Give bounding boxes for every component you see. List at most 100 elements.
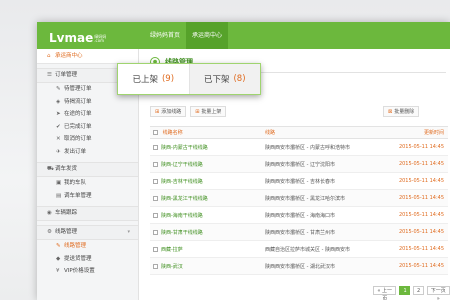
route-name[interactable]: 陕西-武汉 <box>161 264 183 270</box>
route-name-cell[interactable]: 陕西-武汉 <box>150 257 262 275</box>
nav-home[interactable]: 绿妈妈首页 <box>144 22 186 49</box>
sidebar-item-dispatch-orders[interactable]: ▤ 调车单管理 <box>37 190 138 203</box>
route-cell: 陕西西安市灞桥区 - 甘肃兰州市 <box>262 223 384 241</box>
update-time-cell: 2015-05-11 14:45 <box>384 240 448 258</box>
prev-page-button[interactable]: « 上一页 <box>373 286 397 300</box>
row-checkbox[interactable] <box>153 246 158 252</box>
route-cell: 陕西西安市灞桥区 - 湖北武汉市 <box>262 257 384 275</box>
row-checkbox[interactable] <box>153 144 158 150</box>
page-2-button[interactable]: 2 <box>413 286 424 295</box>
route-name[interactable]: 陕西-内蒙古干线线路 <box>161 145 208 151</box>
list-icon: ☰ <box>47 72 52 78</box>
row-checkbox[interactable] <box>153 212 158 218</box>
location-icon: ◉ <box>47 210 52 216</box>
column-header-route[interactable]: 线路 <box>262 126 384 139</box>
sidebar-item-pickup-delivery[interactable]: ◆ 提送货管理 <box>37 253 138 266</box>
next-page-button[interactable]: 下一页 » <box>426 286 450 300</box>
sidebar-item-label: 线路管理 <box>64 243 87 249</box>
table-row[interactable]: 陕西-海南干线线路 陕西西安市灞桥区 - 海南海口市 2015-05-11 14:4… <box>150 206 448 224</box>
table-row[interactable]: 陕西-辽宁干线线路 陕西西安市灞桥区 - 辽宁沈阳市 2015-05-11 14:4… <box>150 155 448 173</box>
route-name-cell[interactable]: 陕西-海南干线线路 <box>150 206 262 224</box>
table-header-row: 线路名称 线路 更新时间 <box>150 126 448 139</box>
row-checkbox[interactable] <box>153 263 158 269</box>
route-icon: ✎ <box>56 243 61 249</box>
route-name-cell[interactable]: 陕西-内蒙古干线线路 <box>150 138 262 156</box>
sidebar-item-fleet[interactable]: ▣ 我的车队 <box>37 177 138 190</box>
delete-icon: ⊠ <box>388 108 393 115</box>
row-checkbox[interactable] <box>153 195 158 201</box>
logo-sub: 绿妈妈 .com <box>94 35 106 43</box>
batch-delete-button[interactable]: ⊠ 批量删除 <box>383 106 420 117</box>
pagination: « 上一页 1 2 下一页 » <box>373 286 450 300</box>
table-row[interactable]: 陕西-武汉 陕西西安市灞桥区 - 湖北武汉市 2015-05-11 14:45 <box>150 257 448 275</box>
tab-unlisted[interactable]: 已下架 (8) <box>189 64 260 94</box>
route-name-cell[interactable]: 陕西-辽宁干线线路 <box>150 155 262 173</box>
sidebar-item-awaiting[interactable]: ◈ 待揭流订单 <box>37 96 138 109</box>
row-checkbox[interactable] <box>153 161 158 167</box>
logo-sub-line2: .com <box>94 38 105 43</box>
route-name[interactable]: 西藏-拉萨 <box>161 247 183 253</box>
table-row[interactable]: 陕西-吉林干线线路 陕西西安市灞桥区 - 吉林长春市 2015-05-11 14:4… <box>150 172 448 190</box>
sidebar-item-outgoing[interactable]: ✈ 发出订单 <box>37 146 138 159</box>
add-route-button[interactable]: ⊞ 添加线路 <box>150 106 187 117</box>
car-icon: ▣ <box>56 180 62 186</box>
table-row[interactable]: 陕西-甘肃干线线路 陕西西安市灞桥区 - 甘肃兰州市 2015-05-11 14:4… <box>150 223 448 241</box>
route-name[interactable]: 陕西-甘肃干线线路 <box>161 230 203 236</box>
tab-label: 已上架 <box>132 75 158 85</box>
route-name[interactable]: 陕西-吉林干线线路 <box>161 179 203 185</box>
sidebar-item-label: 在途的订单 <box>64 111 92 117</box>
update-time-cell: 2015-05-11 14:45 <box>384 155 448 173</box>
batch-up-button[interactable]: ⊞ 批量上架 <box>190 106 227 117</box>
row-checkbox[interactable] <box>153 178 158 184</box>
sidebar-item-vip-price[interactable]: ¥ VIP价格设置 <box>37 265 138 278</box>
route-name[interactable]: 陕西-辽宁干线线路 <box>161 162 203 168</box>
update-time-cell: 2015-05-11 14:45 <box>384 189 448 207</box>
update-time-cell: 2015-05-11 14:45 <box>384 172 448 190</box>
column-header-name[interactable]: 线路名称 <box>150 126 262 139</box>
page-1-button[interactable]: 1 <box>399 286 410 295</box>
sidebar-item-in-transit[interactable]: ➤ 在途的订单 <box>37 108 138 121</box>
tab-count: (9) <box>161 74 175 84</box>
route-name-cell[interactable]: 陕西-吉林干线线路 <box>150 172 262 190</box>
route-cell: 陕西西安市灞桥区 - 黑龙江哈尔滨市 <box>262 189 384 207</box>
transit-icon: ➤ <box>56 111 61 117</box>
tab-listed[interactable]: 已上架 (9) <box>118 64 190 94</box>
route-name-cell[interactable]: 西藏-拉萨 <box>150 240 262 258</box>
top-bar: Lvmae 绿妈妈 .com 绿妈妈首页 承运商中心 <box>37 22 450 49</box>
route-cell: 陕西西安市灞桥区 - 海南海口市 <box>262 206 384 224</box>
update-time-cell: 2015-05-11 14:45 <box>384 223 448 241</box>
column-header-time[interactable]: 更新时间 <box>384 126 448 139</box>
pencil-icon: ✎ <box>56 86 61 92</box>
tag-icon: ◈ <box>56 98 61 105</box>
sidebar-item-label: 提送货管理 <box>64 255 92 262</box>
route-name-cell[interactable]: 陕西-黑龙江干线线路 <box>150 189 262 207</box>
tab-label: 已下架 <box>203 75 230 85</box>
status-tabs: 已上架 (9) 已下架 (8) <box>117 63 261 95</box>
top-nav: 绿妈妈首页 承运商中心 <box>144 22 229 49</box>
route-name[interactable]: 陕西-黑龙江干线线路 <box>161 196 208 202</box>
routes-table: 线路名称 线路 更新时间 陕西-内蒙古干线线路 陕西西安市灞桥区 - 内蒙古呼和浩… <box>150 126 448 275</box>
check-icon: ✔ <box>56 123 61 130</box>
box-icon: ◆ <box>56 255 61 262</box>
sidebar-section-routes[interactable]: ⚙ 线路管理 ▾ <box>37 225 138 240</box>
table-row[interactable]: 西藏-拉萨 西藏自治区拉萨市城关区 - 陕西西安市 2015-05-11 14:45 <box>150 240 448 258</box>
table-row[interactable]: 陕西-内蒙古干线线路 陕西西安市灞桥区 - 内蒙古呼和浩特市 2015-05-11 … <box>150 138 448 156</box>
route-cell: 陕西西安市灞桥区 - 吉林长春市 <box>262 172 384 190</box>
table-row[interactable]: 陕西-黑龙江干线线路 陕西西安市灞桥区 - 黑龙江哈尔滨市 2015-05-11 1… <box>150 189 448 207</box>
sidebar-item-cancelled[interactable]: ✕ 取消的订单 <box>37 133 138 146</box>
cancel-icon: ✕ <box>56 136 61 142</box>
sidebar-section-tracking[interactable]: ◉ 车辆跟踪 <box>37 206 138 221</box>
route-icon: ⚙ <box>47 229 52 235</box>
sidebar-item-label: 调车单管理 <box>64 192 92 199</box>
select-all-checkbox[interactable] <box>153 130 158 135</box>
row-checkbox[interactable] <box>153 229 158 235</box>
route-name[interactable]: 陕西-海南干线线路 <box>161 213 203 219</box>
truck-icon: ⛟ <box>47 166 54 172</box>
sidebar-item-route-manage[interactable]: ✎ 线路管理 <box>37 240 138 253</box>
logo[interactable]: Lvmae 绿妈妈 .com <box>49 27 106 45</box>
sidebar-item-carrier-center[interactable]: ⌂ 承运商中心 <box>37 49 138 64</box>
route-name-cell[interactable]: 陕西-甘肃干线线路 <box>150 223 262 241</box>
nav-carrier-center[interactable]: 承运商中心 <box>186 22 229 49</box>
sidebar-item-completed[interactable]: ✔ 已完成订单 <box>37 121 138 134</box>
sidebar-section-dispatch[interactable]: ⛟ 调车发货 <box>37 162 138 177</box>
